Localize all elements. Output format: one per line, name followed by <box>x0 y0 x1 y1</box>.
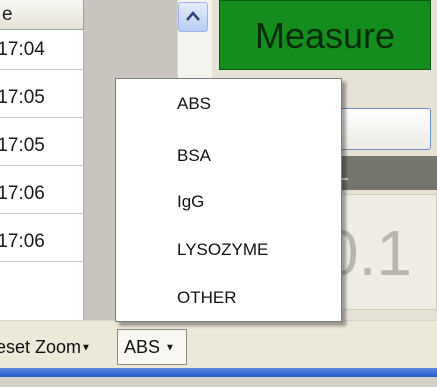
chevron-down-icon: ▼ <box>165 342 175 354</box>
sample-type-dropdown: ABS BSA IgG LYSOZYME OTHER <box>115 78 342 322</box>
row-time: 17:05 <box>0 135 45 156</box>
row-time: 17:06 <box>0 231 45 252</box>
row-time: 17:05 <box>0 87 45 108</box>
sample-type-value: ABS <box>124 337 161 357</box>
scroll-up-button[interactable] <box>178 2 208 32</box>
reset-zoom-button[interactable]: eset Zoom▼ <box>0 330 91 364</box>
table-row[interactable]: : 17:05 <box>0 78 84 118</box>
table-row[interactable]: : 17:06 <box>0 222 84 262</box>
table-time-column: : 17:04 : 17:05 : 17:05 : 17:06 : 17:06 <box>0 30 84 320</box>
bottom-edge <box>0 377 437 387</box>
measure-button[interactable]: Measure <box>219 0 431 70</box>
dropdown-option-abs[interactable]: ABS <box>177 89 211 119</box>
taskbar <box>0 368 437 377</box>
table-row[interactable]: : 17:06 <box>0 174 84 214</box>
dropdown-option-lysozyme[interactable]: LYSOZYME <box>177 235 268 265</box>
dropdown-option-igg[interactable]: IgG <box>177 187 204 217</box>
row-time: 17:06 <box>0 183 45 204</box>
table-row[interactable]: : 17:04 <box>0 30 84 70</box>
row-time: 17:04 <box>0 39 45 60</box>
table-column-header[interactable]: e <box>0 0 84 30</box>
dropdown-option-bsa[interactable]: BSA <box>177 141 211 171</box>
chevron-down-icon: ▼ <box>81 342 91 354</box>
dropdown-option-other[interactable]: OTHER <box>177 283 237 313</box>
table-row[interactable]: : 17:05 <box>0 126 84 166</box>
sample-type-select[interactable]: ABS ▼ <box>117 329 187 365</box>
chevron-up-icon <box>186 11 200 21</box>
